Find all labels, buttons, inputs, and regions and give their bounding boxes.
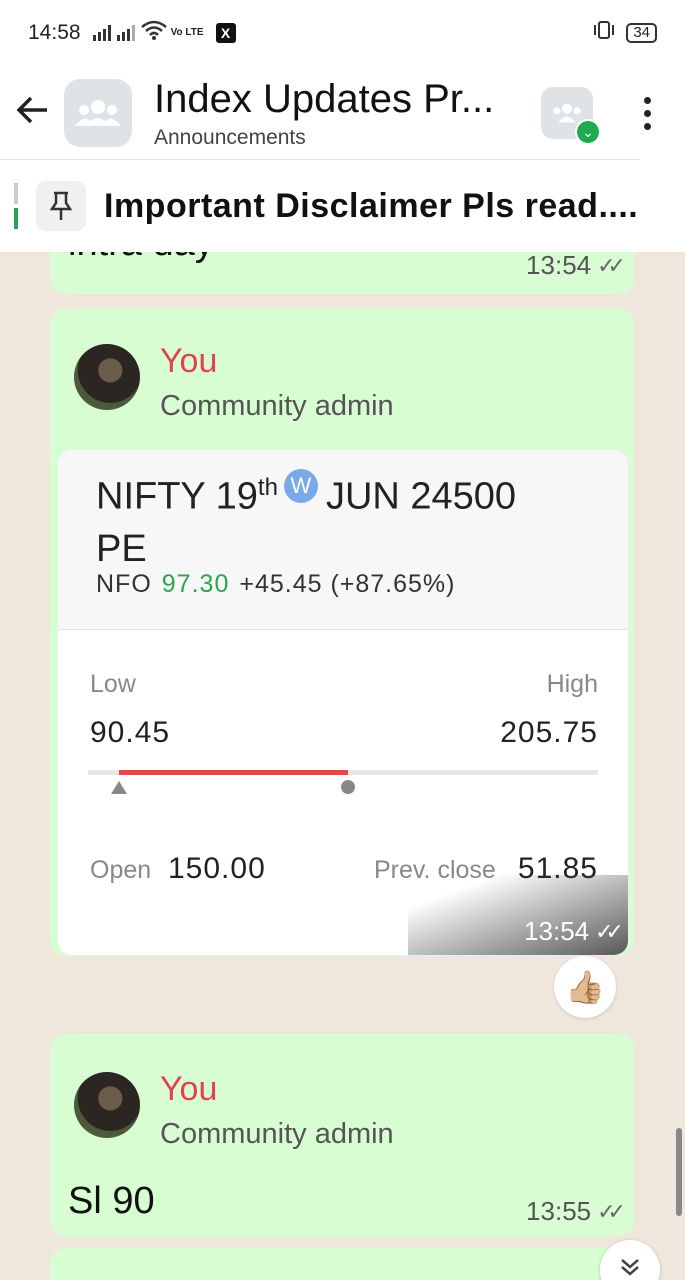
chat-title: Index Updates Pr... — [154, 76, 495, 121]
wifi-icon — [140, 20, 167, 46]
pin-indicator — [14, 183, 18, 229]
double-tick-icon: ✓✓ — [597, 1198, 626, 1224]
chat-header: Index Updates Pr... Announcements ⌄ — [0, 66, 685, 160]
instrument-sup: th — [257, 474, 278, 501]
reaction-thumbs-up[interactable]: 👍🏼 — [554, 956, 616, 1018]
pin-icon — [36, 181, 86, 231]
back-arrow-icon[interactable] — [0, 92, 64, 135]
chevron-down-icon: ⌄ — [575, 119, 601, 145]
signal-icon-2 — [116, 25, 135, 41]
group-icon[interactable] — [64, 79, 132, 147]
high-label: High — [546, 670, 598, 698]
day-range-fill — [118, 770, 349, 775]
more-vert-icon[interactable] — [629, 96, 665, 130]
sender-role: Community admin — [160, 1118, 394, 1150]
message-bubble-previous[interactable]: intra day 13:54 ✓✓ — [50, 252, 634, 294]
vibrate-icon — [592, 20, 616, 46]
range-current-marker — [341, 780, 356, 794]
time-label: 13:55 — [526, 1196, 592, 1226]
day-range-track — [88, 770, 598, 775]
battery-icon: 34 — [626, 23, 657, 43]
message-bubble-text[interactable]: You Community admin Sl 90 13:55 ✓✓ — [50, 1034, 634, 1236]
sender-name: You — [160, 342, 218, 380]
chevron-down-icon — [619, 1256, 641, 1280]
quote-line: NFO 97.30 +45.45 (+87.65%) — [96, 570, 456, 599]
time-label: 13:54 — [526, 252, 592, 280]
weekly-badge-icon: W — [283, 468, 318, 503]
open-label: Open — [90, 856, 152, 884]
volte-icon: Vo LTE — [170, 27, 204, 38]
high-value: 205.75 — [500, 716, 598, 749]
message-time-previous: 13:54 ✓✓ — [526, 252, 626, 281]
pinned-text: Important Disclaimer Pls read.... — [104, 186, 639, 225]
status-time: 14:58 — [28, 21, 81, 44]
exchange-label: NFO — [96, 570, 152, 598]
message-bubble-card[interactable]: You Community admin NIFTY 19th W JUN 24500… — [50, 308, 634, 956]
chat-area[interactable]: intra day 13:54 ✓✓ You Community admin N… — [0, 252, 685, 1280]
sender-role: Community admin — [160, 390, 394, 422]
low-value: 90.45 — [90, 716, 171, 749]
scrollbar[interactable] — [676, 1128, 682, 1216]
avatar[interactable] — [74, 344, 140, 410]
pinned-message-bar[interactable]: Important Disclaimer Pls read.... — [0, 160, 685, 252]
open-value: 150.00 — [168, 852, 266, 885]
stock-card[interactable]: NIFTY 19th W JUN 24500 PE NFO 97.30 +45.45 (… — [58, 450, 628, 955]
time-label: 13:54 — [524, 916, 590, 946]
change-value: +45.45 (+87.65%) — [239, 570, 456, 598]
ltp-value: 97.30 — [161, 570, 230, 598]
message-text: Sl 90 — [68, 1180, 155, 1222]
signal-icon — [92, 25, 111, 41]
scroll-down-button[interactable] — [600, 1240, 660, 1280]
card-time: 13:54 ✓✓ — [524, 916, 624, 947]
community-icon[interactable]: ⌄ — [541, 87, 601, 145]
status-bar: 14:58 Vo LTE X 34 — [0, 0, 685, 66]
message-text-previous: intra day — [68, 252, 214, 265]
sender-name: You — [160, 1070, 218, 1108]
x-app-icon: X — [215, 23, 236, 43]
message-bubble-next[interactable] — [50, 1248, 634, 1280]
stock-card-header: NIFTY 19th W JUN 24500 PE NFO 97.30 +45.45 (… — [58, 450, 628, 630]
chat-subtitle: Announcements — [154, 125, 306, 149]
low-label: Low — [90, 670, 136, 698]
chat-title-area[interactable]: Index Updates Pr... Announcements — [154, 77, 541, 150]
instrument-prefix: NIFTY 19 — [96, 475, 258, 518]
message-time: 13:55 ✓✓ — [526, 1196, 626, 1227]
double-tick-icon: ✓✓ — [597, 252, 626, 278]
instrument-name: NIFTY 19th W JUN 24500 PE — [96, 462, 576, 575]
range-start-marker — [110, 781, 127, 794]
double-tick-icon: ✓✓ — [595, 918, 624, 944]
avatar[interactable] — [74, 1072, 140, 1138]
